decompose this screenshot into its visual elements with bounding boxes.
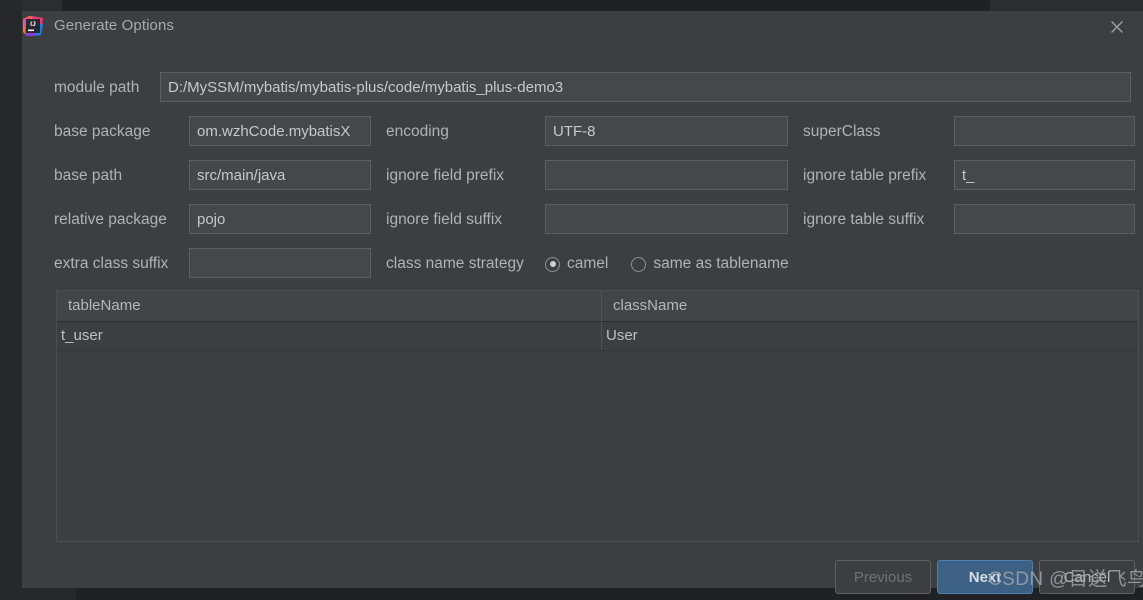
svg-text:IJ: IJ xyxy=(30,21,36,28)
label-ignore-field-prefix: ignore field prefix xyxy=(386,167,505,184)
label-class-name-strategy: class name strategy xyxy=(386,255,524,272)
ide-background-top-dark xyxy=(62,0,990,11)
table-row[interactable]: t_user User xyxy=(57,322,1138,351)
next-button[interactable]: Next xyxy=(937,560,1033,594)
field-row-relative-package: relative package ignore field suffix ign… xyxy=(34,204,1135,236)
ignore-table-suffix-input[interactable] xyxy=(954,204,1135,234)
ignore-table-prefix-input[interactable] xyxy=(954,160,1135,190)
ignore-field-suffix-input[interactable] xyxy=(545,204,788,234)
label-encoding: encoding xyxy=(386,123,449,140)
dialog-title: Generate Options xyxy=(54,17,175,34)
field-row-base-package: base package encoding superClass xyxy=(34,116,1135,148)
radio-camel-dot-icon xyxy=(545,256,560,272)
extra-class-suffix-input[interactable] xyxy=(189,248,371,278)
field-row-base-path: base path ignore field prefix ignore tab… xyxy=(34,160,1135,192)
module-path-input[interactable] xyxy=(160,72,1131,102)
cell-classname[interactable]: User xyxy=(602,322,1138,350)
encoding-input[interactable] xyxy=(545,116,788,146)
dialog-button-bar: Previous Next Cancel xyxy=(835,560,1135,594)
relative-package-input[interactable] xyxy=(189,204,371,234)
label-ignore-table-suffix: ignore table suffix xyxy=(803,211,925,228)
close-icon[interactable] xyxy=(1103,13,1131,41)
radio-same-as-tablename-label: same as tablename xyxy=(653,255,789,272)
column-header-classname[interactable]: className xyxy=(602,291,1138,321)
label-base-package: base package xyxy=(54,123,151,140)
field-row-extra-class-suffix: extra class suffix class name strategy c… xyxy=(34,248,1131,280)
class-name-strategy-radio-group: camel same as tablename xyxy=(545,248,789,280)
table-header-row: tableName className xyxy=(57,291,1138,322)
radio-same-as-tablename-dot-icon xyxy=(631,256,647,272)
ide-background-bottom-left xyxy=(0,588,76,600)
label-super-class: superClass xyxy=(803,123,881,140)
radio-same-as-tablename[interactable]: same as tablename xyxy=(631,255,789,273)
label-base-path: base path xyxy=(54,167,123,184)
label-extra-class-suffix: extra class suffix xyxy=(54,255,169,272)
label-relative-package: relative package xyxy=(54,211,167,228)
table-mapping-table[interactable]: tableName className t_user User xyxy=(56,290,1139,542)
cell-tablename[interactable]: t_user xyxy=(57,322,602,350)
column-header-tablename[interactable]: tableName xyxy=(57,291,602,321)
intellij-idea-icon: IJ xyxy=(22,15,44,37)
label-ignore-field-suffix: ignore field suffix xyxy=(386,211,503,228)
field-row-module-path: module path xyxy=(34,72,1131,104)
previous-button[interactable]: Previous xyxy=(835,560,931,594)
label-ignore-table-prefix: ignore table prefix xyxy=(803,167,927,184)
radio-camel-label: camel xyxy=(567,255,609,272)
label-module-path: module path xyxy=(54,79,140,96)
ignore-field-prefix-input[interactable] xyxy=(545,160,788,190)
base-package-input[interactable] xyxy=(189,116,371,146)
screen: IJ Generate Options module path base pac… xyxy=(0,0,1143,600)
super-class-input[interactable] xyxy=(954,116,1135,146)
cancel-button[interactable]: Cancel xyxy=(1039,560,1135,594)
base-path-input[interactable] xyxy=(189,160,371,190)
generate-options-dialog: IJ Generate Options module path base pac… xyxy=(22,11,1143,594)
dialog-titlebar: IJ Generate Options xyxy=(22,11,1143,51)
radio-camel[interactable]: camel xyxy=(545,255,608,273)
ide-background-left xyxy=(0,0,22,600)
